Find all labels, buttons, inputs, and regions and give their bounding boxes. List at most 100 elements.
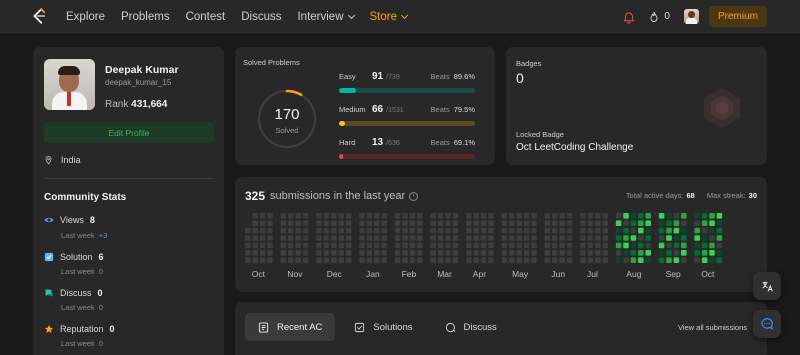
heatmap-cell[interactable] [409, 250, 416, 256]
heatmap-cell[interactable] [509, 250, 515, 256]
heatmap-cell[interactable] [645, 250, 651, 256]
heatmap-cell[interactable] [623, 220, 629, 226]
heatmap-cell[interactable] [531, 227, 537, 234]
heatmap-cell[interactable] [516, 235, 522, 241]
heatmap-cell[interactable] [245, 257, 251, 263]
heatmap-cell[interactable] [437, 242, 444, 249]
heatmap-cell[interactable] [267, 250, 273, 256]
heatmap-cell[interactable] [681, 242, 687, 249]
heatmap-cell[interactable] [316, 235, 322, 241]
heatmap-cell[interactable] [645, 242, 651, 249]
heatmap-cell[interactable] [681, 220, 687, 226]
heatmap-cell[interactable] [394, 250, 401, 256]
heatmap-cell[interactable] [595, 257, 601, 263]
heatmap-cell[interactable] [445, 213, 451, 219]
heatmap-cell[interactable] [501, 227, 508, 234]
heatmap-cell[interactable] [501, 213, 508, 219]
heatmap-cell[interactable] [595, 250, 601, 256]
heatmap-cell[interactable] [267, 257, 273, 263]
heatmap-cell[interactable] [295, 235, 301, 241]
heatmap-cell[interactable] [595, 220, 601, 226]
heatmap-cell[interactable] [359, 250, 365, 256]
heatmap-cell[interactable] [587, 227, 594, 234]
heatmap-cell[interactable] [623, 235, 629, 241]
heatmap-cell[interactable] [623, 242, 629, 249]
heatmap-cell[interactable] [445, 227, 451, 234]
heatmap-cell[interactable] [288, 213, 294, 219]
heatmap-cell[interactable] [452, 235, 459, 241]
heatmap-cell[interactable] [452, 227, 459, 234]
heatmap-cell[interactable] [302, 250, 309, 256]
heatmap-cell[interactable] [366, 213, 373, 219]
heatmap-cell[interactable] [345, 227, 352, 234]
heatmap-cell[interactable] [316, 227, 322, 234]
heatmap-cell[interactable] [615, 213, 622, 219]
heatmap-cell[interactable] [417, 227, 423, 234]
heatmap-cell[interactable] [338, 213, 344, 219]
heatmap-cell[interactable] [559, 220, 565, 226]
tab-discuss[interactable]: Discuss [432, 313, 510, 341]
heatmap-cell[interactable] [280, 235, 287, 241]
heatmap-cell[interactable] [630, 257, 637, 263]
heatmap-cell[interactable] [409, 213, 416, 219]
heatmap-cell[interactable] [381, 227, 387, 234]
heatmap-cell[interactable] [252, 235, 258, 241]
heatmap-cell[interactable] [509, 213, 515, 219]
heatmap-cell[interactable] [615, 257, 622, 263]
heatmap-cell[interactable] [544, 235, 551, 241]
heatmap-cell[interactable] [501, 257, 508, 263]
heatmap-cell[interactable] [509, 257, 515, 263]
heatmap-cell[interactable] [452, 220, 459, 226]
heatmap-cell[interactable] [694, 235, 700, 241]
heatmap-cell[interactable] [394, 227, 401, 234]
feedback-button[interactable] [753, 310, 781, 338]
heatmap-cell[interactable] [559, 213, 565, 219]
heatmap-cell[interactable] [394, 257, 401, 263]
heatmap-cell[interactable] [394, 242, 401, 249]
heatmap-cell[interactable] [509, 220, 515, 226]
heatmap-cell[interactable] [587, 235, 594, 241]
heatmap-cell[interactable] [587, 220, 594, 226]
heatmap-cell[interactable] [595, 227, 601, 234]
heatmap-cell[interactable] [430, 213, 436, 219]
heatmap-cell[interactable] [587, 242, 594, 249]
heatmap-cell[interactable] [259, 213, 266, 219]
heatmap-cell[interactable] [267, 235, 273, 241]
heatmap-cell[interactable] [280, 242, 287, 249]
heatmap-cell[interactable] [437, 213, 444, 219]
heatmap-cell[interactable] [359, 242, 365, 249]
heatmap-cell[interactable] [409, 242, 416, 249]
heatmap-cell[interactable] [531, 220, 537, 226]
heatmap-cell[interactable] [709, 257, 715, 263]
heatmap-cell[interactable] [516, 242, 522, 249]
heatmap-cell[interactable] [359, 220, 365, 226]
heatmap-cell[interactable] [488, 235, 494, 241]
heatmap-cell[interactable] [359, 213, 365, 219]
heatmap-cell[interactable] [559, 250, 565, 256]
heatmap-cell[interactable] [716, 235, 723, 241]
heatmap-cell[interactable] [658, 250, 665, 256]
heatmap-cell[interactable] [580, 220, 586, 226]
heatmap-cell[interactable] [580, 250, 586, 256]
heatmap-cell[interactable] [630, 213, 637, 219]
heatmap-cell[interactable] [645, 227, 651, 234]
heatmap-cell[interactable] [452, 250, 459, 256]
heatmap-cell[interactable] [323, 250, 330, 256]
heatmap-cell[interactable] [374, 235, 380, 241]
heatmap-cell[interactable] [437, 250, 444, 256]
heatmap-cell[interactable] [366, 235, 373, 241]
nav-contest[interactable]: Contest [186, 11, 226, 23]
heatmap-cell[interactable] [437, 220, 444, 226]
heatmap-cell[interactable] [374, 227, 380, 234]
heatmap-cell[interactable] [430, 220, 436, 226]
heatmap-cell[interactable] [331, 220, 337, 226]
heatmap-cell[interactable] [716, 213, 723, 219]
heatmap-cell[interactable] [480, 257, 487, 263]
heatmap-cell[interactable] [566, 227, 573, 234]
heatmap-cell[interactable] [480, 250, 487, 256]
heatmap-cell[interactable] [323, 242, 330, 249]
heatmap-cell[interactable] [694, 220, 700, 226]
heatmap-cell[interactable] [323, 257, 330, 263]
heatmap-cell[interactable] [666, 227, 672, 234]
heatmap-cell[interactable] [488, 213, 494, 219]
